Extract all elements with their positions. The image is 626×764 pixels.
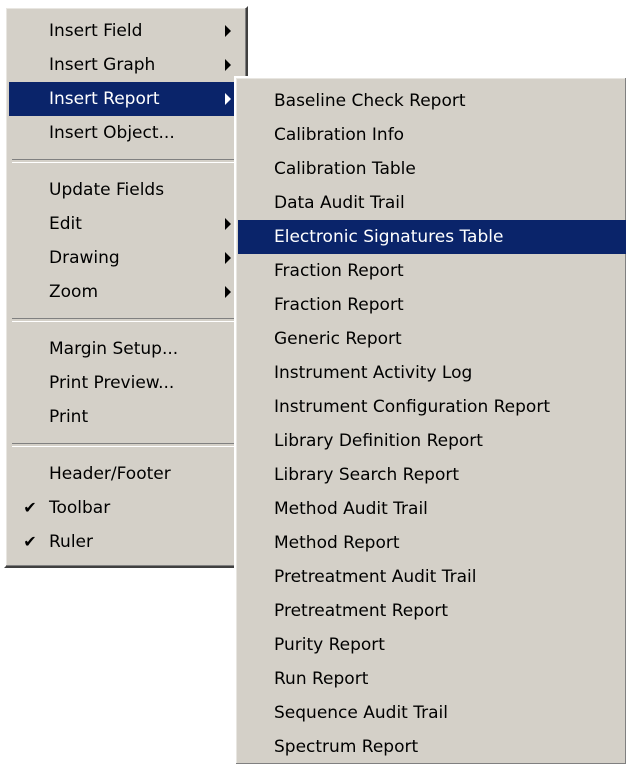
submenu-item-label: Data Audit Trail xyxy=(274,193,405,213)
insert-report-submenu: Baseline Check Report Calibration Info C… xyxy=(234,76,626,764)
submenu-item-label: Baseline Check Report xyxy=(274,91,466,111)
menu-item-print-preview[interactable]: Print Preview... xyxy=(9,366,243,400)
submenu-item-label: Library Definition Report xyxy=(274,431,483,451)
menu-item-drawing[interactable]: Drawing xyxy=(9,241,243,275)
menu-item-edit[interactable]: Edit xyxy=(9,207,243,241)
submenu-item-library-search-report[interactable]: Library Search Report xyxy=(238,458,626,492)
menu-item-insert-object[interactable]: Insert Object... xyxy=(9,116,243,150)
submenu-item-label: Library Search Report xyxy=(274,465,460,485)
submenu-arrow-icon xyxy=(225,25,231,37)
menu-item-label: Margin Setup... xyxy=(49,339,179,359)
submenu-arrow-icon xyxy=(225,252,231,264)
menu-item-label: Ruler xyxy=(49,532,93,552)
menu-item-label: Drawing xyxy=(49,248,120,268)
submenu-arrow-icon xyxy=(225,59,231,71)
submenu-item-label: Pretreatment Report xyxy=(274,601,449,621)
menu-item-toolbar[interactable]: ✔ Toolbar xyxy=(9,491,243,525)
submenu-item-sequence-audit-trail[interactable]: Sequence Audit Trail xyxy=(238,696,626,730)
menu-item-margin-setup[interactable]: Margin Setup... xyxy=(9,332,243,366)
menu-item-label: Zoom xyxy=(49,282,99,302)
submenu-item-label: Sequence Audit Trail xyxy=(274,703,448,723)
menu-item-label: Insert Field xyxy=(49,21,143,41)
submenu-item-calibration-table[interactable]: Calibration Table xyxy=(238,152,626,186)
submenu-item-instrument-activity-log[interactable]: Instrument Activity Log xyxy=(238,356,626,390)
submenu-item-label: Fraction Report xyxy=(274,261,404,281)
menu-item-label: Insert Object... xyxy=(49,123,175,143)
menu-item-zoom[interactable]: Zoom xyxy=(9,275,243,309)
submenu-item-label: Instrument Configuration Report xyxy=(274,397,550,417)
submenu-item-label: Spectrum Report xyxy=(274,737,419,757)
menu-item-label: Print Preview... xyxy=(49,373,175,393)
submenu-item-method-audit-trail[interactable]: Method Audit Trail xyxy=(238,492,626,526)
submenu-item-label: Fraction Report xyxy=(274,295,404,315)
submenu-item-label: Calibration Table xyxy=(274,159,416,179)
submenu-item-label: Method Audit Trail xyxy=(274,499,428,519)
submenu-item-label: Purity Report xyxy=(274,635,385,655)
checkmark-icon: ✔ xyxy=(23,498,37,517)
submenu-item-label: Calibration Info xyxy=(274,125,405,145)
menu-separator xyxy=(12,159,240,163)
submenu-item-pretreatment-audit-trail[interactable]: Pretreatment Audit Trail xyxy=(238,560,626,594)
menu-item-label: Update Fields xyxy=(49,180,165,200)
submenu-item-data-audit-trail[interactable]: Data Audit Trail xyxy=(238,186,626,220)
menu-item-insert-field[interactable]: Insert Field xyxy=(9,14,243,48)
submenu-item-pretreatment-report[interactable]: Pretreatment Report xyxy=(238,594,626,628)
menu-item-label: Toolbar xyxy=(49,498,111,518)
submenu-item-electronic-signatures-table[interactable]: Electronic Signatures Table xyxy=(238,220,626,254)
submenu-item-fraction-report[interactable]: Fraction Report xyxy=(238,254,626,288)
submenu-item-baseline-check-report[interactable]: Baseline Check Report xyxy=(238,84,626,118)
menu-item-label: Insert Report xyxy=(49,89,160,109)
menu-item-label: Header/Footer xyxy=(49,464,171,484)
submenu-item-calibration-info[interactable]: Calibration Info xyxy=(238,118,626,152)
submenu-arrow-icon xyxy=(225,218,231,230)
menu-item-header-footer[interactable]: Header/Footer xyxy=(9,457,243,491)
submenu-item-label: Method Report xyxy=(274,533,400,553)
submenu-arrow-icon xyxy=(225,286,231,298)
checkmark-icon: ✔ xyxy=(23,532,37,551)
submenu-arrow-icon xyxy=(225,93,231,105)
submenu-item-label: Generic Report xyxy=(274,329,402,349)
submenu-item-generic-report[interactable]: Generic Report xyxy=(238,322,626,356)
menu-item-ruler[interactable]: ✔ Ruler xyxy=(9,525,243,559)
context-menu: Insert Field Insert Graph Insert Report … xyxy=(4,6,248,568)
submenu-item-instrument-configuration-report[interactable]: Instrument Configuration Report xyxy=(238,390,626,424)
submenu-item-spectrum-report[interactable]: Spectrum Report xyxy=(238,730,626,764)
menu-item-label: Insert Graph xyxy=(49,55,156,75)
submenu-item-label: Instrument Activity Log xyxy=(274,363,473,383)
menu-separator xyxy=(12,318,240,322)
submenu-item-label: Electronic Signatures Table xyxy=(274,227,504,247)
submenu-item-fraction-report-2[interactable]: Fraction Report xyxy=(238,288,626,322)
submenu-item-method-report[interactable]: Method Report xyxy=(238,526,626,560)
menu-item-insert-graph[interactable]: Insert Graph xyxy=(9,48,243,82)
menu-item-print[interactable]: Print xyxy=(9,400,243,434)
screen: Insert Field Insert Graph Insert Report … xyxy=(0,0,626,764)
menu-item-label: Edit xyxy=(49,214,82,234)
submenu-item-label: Run Report xyxy=(274,669,369,689)
submenu-item-run-report[interactable]: Run Report xyxy=(238,662,626,696)
submenu-item-label: Pretreatment Audit Trail xyxy=(274,567,477,587)
submenu-item-purity-report[interactable]: Purity Report xyxy=(238,628,626,662)
menu-separator xyxy=(12,443,240,447)
menu-item-label: Print xyxy=(49,407,89,427)
menu-item-insert-report[interactable]: Insert Report xyxy=(9,82,243,116)
menu-item-update-fields[interactable]: Update Fields xyxy=(9,173,243,207)
submenu-item-library-definition-report[interactable]: Library Definition Report xyxy=(238,424,626,458)
